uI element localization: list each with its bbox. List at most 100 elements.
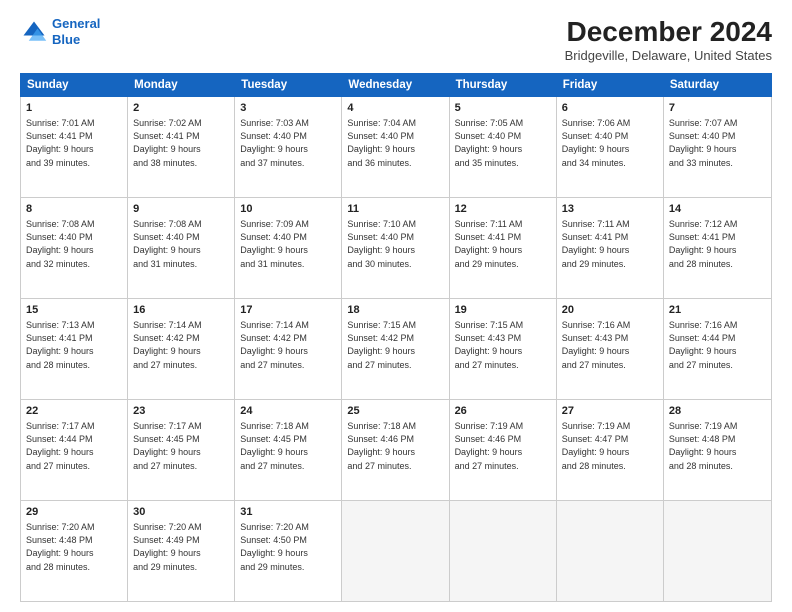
calendar-cell: 19Sunrise: 7:15 AMSunset: 4:43 PMDayligh… [450, 299, 557, 399]
calendar-cell: 21Sunrise: 7:16 AMSunset: 4:44 PMDayligh… [664, 299, 771, 399]
calendar: SundayMondayTuesdayWednesdayThursdayFrid… [20, 73, 772, 602]
logo-text: General Blue [52, 16, 100, 47]
calendar-cell: 10Sunrise: 7:09 AMSunset: 4:40 PMDayligh… [235, 198, 342, 298]
day-number: 2 [133, 101, 229, 116]
calendar-cell: 16Sunrise: 7:14 AMSunset: 4:42 PMDayligh… [128, 299, 235, 399]
calendar-week-3: 15Sunrise: 7:13 AMSunset: 4:41 PMDayligh… [21, 299, 771, 400]
calendar-cell: 23Sunrise: 7:17 AMSunset: 4:45 PMDayligh… [128, 400, 235, 500]
day-number: 7 [669, 101, 766, 116]
logo-icon [20, 18, 48, 46]
day-number: 6 [562, 101, 658, 116]
day-number: 17 [240, 303, 336, 318]
calendar-body: 1Sunrise: 7:01 AMSunset: 4:41 PMDaylight… [20, 97, 772, 602]
cell-info: Sunrise: 7:01 AMSunset: 4:41 PMDaylight:… [26, 117, 122, 169]
calendar-cell: 14Sunrise: 7:12 AMSunset: 4:41 PMDayligh… [664, 198, 771, 298]
day-number: 23 [133, 404, 229, 419]
cell-info: Sunrise: 7:16 AMSunset: 4:44 PMDaylight:… [669, 319, 766, 371]
day-number: 28 [669, 404, 766, 419]
cell-info: Sunrise: 7:20 AMSunset: 4:48 PMDaylight:… [26, 521, 122, 573]
calendar-cell: 6Sunrise: 7:06 AMSunset: 4:40 PMDaylight… [557, 97, 664, 197]
cell-info: Sunrise: 7:17 AMSunset: 4:44 PMDaylight:… [26, 420, 122, 472]
cell-info: Sunrise: 7:10 AMSunset: 4:40 PMDaylight:… [347, 218, 443, 270]
logo-line2: Blue [52, 32, 80, 47]
calendar-cell: 31Sunrise: 7:20 AMSunset: 4:50 PMDayligh… [235, 501, 342, 601]
calendar-cell: 30Sunrise: 7:20 AMSunset: 4:49 PMDayligh… [128, 501, 235, 601]
calendar-header-thursday: Thursday [450, 74, 557, 96]
calendar-cell: 8Sunrise: 7:08 AMSunset: 4:40 PMDaylight… [21, 198, 128, 298]
day-number: 24 [240, 404, 336, 419]
cell-info: Sunrise: 7:09 AMSunset: 4:40 PMDaylight:… [240, 218, 336, 270]
day-number: 22 [26, 404, 122, 419]
cell-info: Sunrise: 7:11 AMSunset: 4:41 PMDaylight:… [455, 218, 551, 270]
cell-info: Sunrise: 7:19 AMSunset: 4:47 PMDaylight:… [562, 420, 658, 472]
day-number: 8 [26, 202, 122, 217]
day-number: 19 [455, 303, 551, 318]
cell-info: Sunrise: 7:03 AMSunset: 4:40 PMDaylight:… [240, 117, 336, 169]
day-number: 12 [455, 202, 551, 217]
cell-info: Sunrise: 7:08 AMSunset: 4:40 PMDaylight:… [26, 218, 122, 270]
day-number: 5 [455, 101, 551, 116]
cell-info: Sunrise: 7:12 AMSunset: 4:41 PMDaylight:… [669, 218, 766, 270]
calendar-cell [664, 501, 771, 601]
cell-info: Sunrise: 7:18 AMSunset: 4:45 PMDaylight:… [240, 420, 336, 472]
cell-info: Sunrise: 7:17 AMSunset: 4:45 PMDaylight:… [133, 420, 229, 472]
calendar-cell: 2Sunrise: 7:02 AMSunset: 4:41 PMDaylight… [128, 97, 235, 197]
calendar-header-sunday: Sunday [21, 74, 128, 96]
cell-info: Sunrise: 7:20 AMSunset: 4:50 PMDaylight:… [240, 521, 336, 573]
cell-info: Sunrise: 7:20 AMSunset: 4:49 PMDaylight:… [133, 521, 229, 573]
calendar-header-friday: Friday [557, 74, 664, 96]
calendar-cell: 20Sunrise: 7:16 AMSunset: 4:43 PMDayligh… [557, 299, 664, 399]
calendar-header-saturday: Saturday [664, 74, 771, 96]
cell-info: Sunrise: 7:04 AMSunset: 4:40 PMDaylight:… [347, 117, 443, 169]
calendar-week-5: 29Sunrise: 7:20 AMSunset: 4:48 PMDayligh… [21, 501, 771, 601]
cell-info: Sunrise: 7:07 AMSunset: 4:40 PMDaylight:… [669, 117, 766, 169]
day-number: 10 [240, 202, 336, 217]
day-number: 16 [133, 303, 229, 318]
calendar-cell: 27Sunrise: 7:19 AMSunset: 4:47 PMDayligh… [557, 400, 664, 500]
calendar-header-tuesday: Tuesday [235, 74, 342, 96]
calendar-cell: 13Sunrise: 7:11 AMSunset: 4:41 PMDayligh… [557, 198, 664, 298]
cell-info: Sunrise: 7:15 AMSunset: 4:42 PMDaylight:… [347, 319, 443, 371]
calendar-cell: 15Sunrise: 7:13 AMSunset: 4:41 PMDayligh… [21, 299, 128, 399]
day-number: 21 [669, 303, 766, 318]
day-number: 30 [133, 505, 229, 520]
cell-info: Sunrise: 7:14 AMSunset: 4:42 PMDaylight:… [240, 319, 336, 371]
calendar-cell: 24Sunrise: 7:18 AMSunset: 4:45 PMDayligh… [235, 400, 342, 500]
day-number: 29 [26, 505, 122, 520]
cell-info: Sunrise: 7:02 AMSunset: 4:41 PMDaylight:… [133, 117, 229, 169]
calendar-cell [450, 501, 557, 601]
day-number: 4 [347, 101, 443, 116]
day-number: 3 [240, 101, 336, 116]
logo: General Blue [20, 16, 100, 47]
day-number: 26 [455, 404, 551, 419]
day-number: 14 [669, 202, 766, 217]
cell-info: Sunrise: 7:06 AMSunset: 4:40 PMDaylight:… [562, 117, 658, 169]
cell-info: Sunrise: 7:05 AMSunset: 4:40 PMDaylight:… [455, 117, 551, 169]
calendar-cell: 29Sunrise: 7:20 AMSunset: 4:48 PMDayligh… [21, 501, 128, 601]
calendar-cell: 26Sunrise: 7:19 AMSunset: 4:46 PMDayligh… [450, 400, 557, 500]
calendar-cell: 7Sunrise: 7:07 AMSunset: 4:40 PMDaylight… [664, 97, 771, 197]
calendar-cell: 22Sunrise: 7:17 AMSunset: 4:44 PMDayligh… [21, 400, 128, 500]
cell-info: Sunrise: 7:14 AMSunset: 4:42 PMDaylight:… [133, 319, 229, 371]
cell-info: Sunrise: 7:19 AMSunset: 4:48 PMDaylight:… [669, 420, 766, 472]
calendar-cell [557, 501, 664, 601]
calendar-cell: 3Sunrise: 7:03 AMSunset: 4:40 PMDaylight… [235, 97, 342, 197]
cell-info: Sunrise: 7:19 AMSunset: 4:46 PMDaylight:… [455, 420, 551, 472]
calendar-header-wednesday: Wednesday [342, 74, 449, 96]
cell-info: Sunrise: 7:15 AMSunset: 4:43 PMDaylight:… [455, 319, 551, 371]
title-block: December 2024 Bridgeville, Delaware, Uni… [565, 16, 772, 63]
cell-info: Sunrise: 7:11 AMSunset: 4:41 PMDaylight:… [562, 218, 658, 270]
calendar-cell: 28Sunrise: 7:19 AMSunset: 4:48 PMDayligh… [664, 400, 771, 500]
day-number: 15 [26, 303, 122, 318]
calendar-cell: 11Sunrise: 7:10 AMSunset: 4:40 PMDayligh… [342, 198, 449, 298]
calendar-cell [342, 501, 449, 601]
day-number: 27 [562, 404, 658, 419]
calendar-header-row: SundayMondayTuesdayWednesdayThursdayFrid… [20, 73, 772, 97]
day-number: 25 [347, 404, 443, 419]
cell-info: Sunrise: 7:08 AMSunset: 4:40 PMDaylight:… [133, 218, 229, 270]
calendar-cell: 12Sunrise: 7:11 AMSunset: 4:41 PMDayligh… [450, 198, 557, 298]
calendar-cell: 4Sunrise: 7:04 AMSunset: 4:40 PMDaylight… [342, 97, 449, 197]
calendar-week-4: 22Sunrise: 7:17 AMSunset: 4:44 PMDayligh… [21, 400, 771, 501]
calendar-cell: 9Sunrise: 7:08 AMSunset: 4:40 PMDaylight… [128, 198, 235, 298]
day-number: 11 [347, 202, 443, 217]
